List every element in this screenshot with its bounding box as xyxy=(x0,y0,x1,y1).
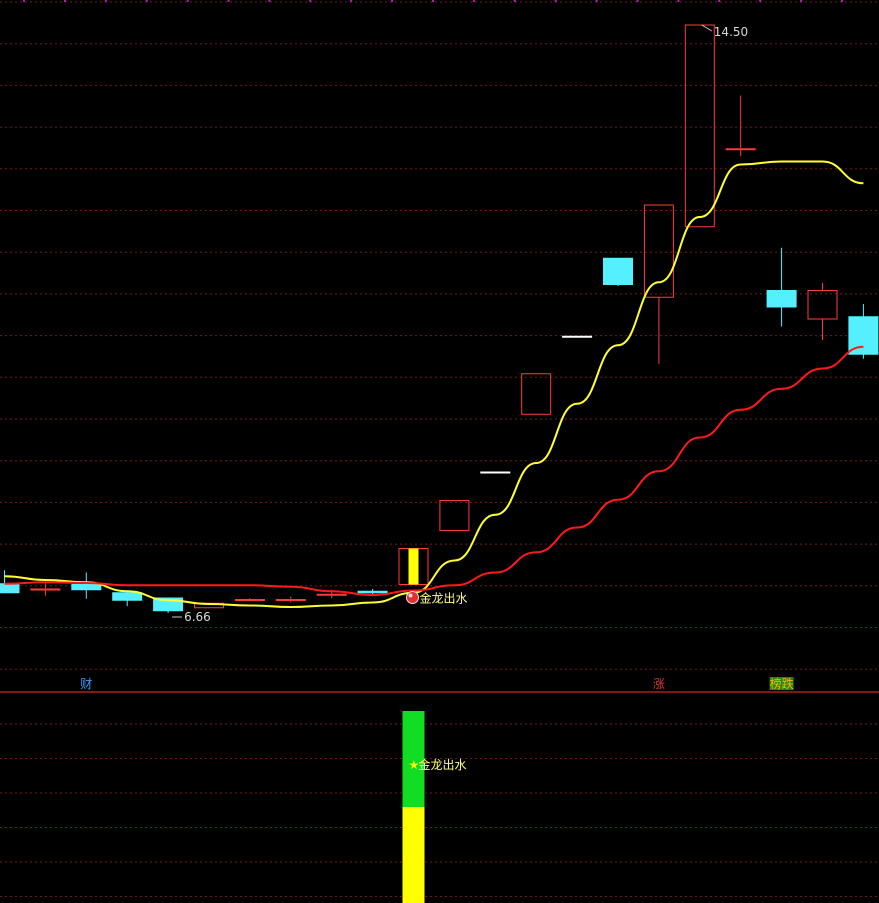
signal-label-sub: 金龙出水 xyxy=(419,757,467,772)
candle xyxy=(480,471,511,474)
candle xyxy=(725,95,756,157)
candle xyxy=(766,247,797,327)
candle xyxy=(848,304,879,359)
candle xyxy=(30,583,61,596)
max-pointer xyxy=(701,24,713,32)
candle xyxy=(643,204,674,364)
min-price-label: 6.66 xyxy=(184,610,211,624)
marker-label: 涨 xyxy=(653,676,665,691)
candle xyxy=(71,572,102,599)
candle xyxy=(439,500,470,531)
candle xyxy=(603,257,633,286)
signal-highlight-bar xyxy=(408,548,419,585)
yellow-moving-average xyxy=(4,160,864,609)
marker-label: 财 xyxy=(80,677,92,691)
candle xyxy=(807,283,838,340)
candle xyxy=(275,596,306,603)
red-ball-icon-shine xyxy=(408,593,413,598)
candle xyxy=(0,570,20,594)
max-price-label: 14.50 xyxy=(714,25,748,39)
signal-label-main: 金龙出水 xyxy=(420,591,468,606)
candle xyxy=(234,598,265,601)
red-moving-average xyxy=(4,345,864,597)
candle xyxy=(112,592,143,607)
red-ball-icon xyxy=(406,591,419,604)
candle xyxy=(562,335,593,338)
candle xyxy=(521,373,552,415)
candle xyxy=(684,24,715,228)
stock-chart: 14.506.66金龙出水财涨榜跌★ 金龙出水 xyxy=(0,0,879,903)
yellow-signal-bar xyxy=(402,807,425,903)
marker-label: 榜跌 xyxy=(770,676,794,691)
